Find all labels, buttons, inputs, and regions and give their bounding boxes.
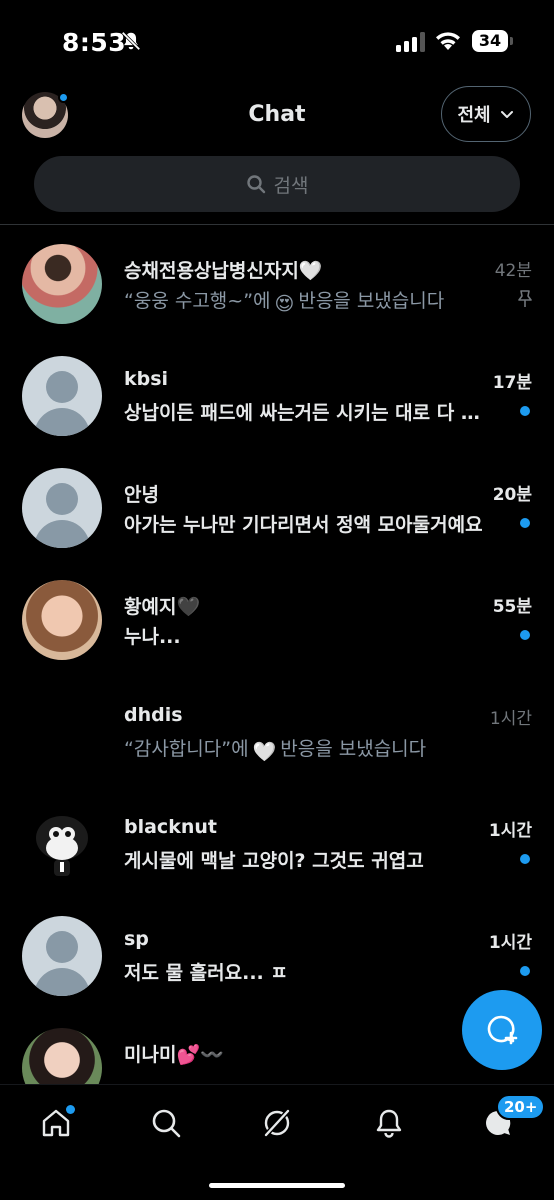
unread-dot bbox=[520, 966, 530, 976]
grok-icon bbox=[263, 1108, 291, 1138]
conversation-row[interactable]: 황예지🖤 55분 누나... bbox=[0, 562, 554, 674]
conversation-name: blacknut bbox=[124, 816, 217, 838]
unread-dot bbox=[520, 406, 530, 416]
conversation-time: 20분 bbox=[492, 485, 532, 505]
wifi-icon bbox=[436, 32, 460, 50]
conversation-name: 승채전용상납병신자지🤍 bbox=[124, 260, 323, 282]
white-heart-emoji: 🤍 bbox=[252, 741, 277, 763]
header-divider bbox=[0, 224, 554, 225]
conversation-time: 42분 bbox=[494, 261, 532, 281]
default-avatar bbox=[22, 916, 102, 996]
nav-search[interactable] bbox=[146, 1103, 186, 1143]
nav-notifications[interactable] bbox=[369, 1103, 409, 1143]
conversation-name: 미나미💕〰️ bbox=[124, 1044, 224, 1066]
nav-grok[interactable] bbox=[257, 1103, 297, 1143]
filter-dropdown-button[interactable]: 전체 bbox=[441, 86, 531, 142]
status-bar: 8:53 34 bbox=[0, 0, 554, 80]
cellular-signal-icon bbox=[396, 32, 425, 52]
search-placeholder: 검색 bbox=[273, 174, 309, 197]
conversation-time: 1시간 bbox=[488, 821, 532, 841]
conversation-preview: “감사합니다”에 🤍 반응을 보냈습니다 bbox=[124, 734, 494, 763]
unread-dot bbox=[520, 854, 530, 864]
status-time: 8:53 bbox=[62, 28, 127, 57]
conversation-name: kbsi bbox=[124, 368, 169, 390]
conversation-row[interactable]: 승채전용상납병신자지🤍 42분 “웅웅 수고행~”에 😍 반응을 보냈습니다 bbox=[0, 226, 554, 338]
new-chat-icon bbox=[487, 1015, 518, 1045]
conversation-preview: 누나... bbox=[124, 626, 181, 648]
nav-home[interactable] bbox=[36, 1103, 76, 1143]
heart-eyes-emoji: 😍 bbox=[274, 293, 295, 315]
messages-count-badge: 20+ bbox=[496, 1094, 546, 1120]
preview-text: 반응을 보냈습니다 bbox=[280, 738, 427, 760]
avatar bbox=[22, 1028, 102, 1084]
conversation-row[interactable]: blacknut 1시간 게시물에 맥날 고양이? 그것도 귀엽고 bbox=[0, 786, 554, 898]
search-input[interactable]: 검색 bbox=[34, 156, 520, 212]
filter-label: 전체 bbox=[457, 105, 491, 126]
conversation-time: 55분 bbox=[492, 597, 532, 617]
avatar bbox=[22, 804, 102, 884]
chat-header: Chat 전체 검색 bbox=[0, 80, 554, 220]
search-icon bbox=[246, 175, 265, 194]
conversation-time: 1시간 bbox=[489, 709, 532, 729]
default-avatar bbox=[22, 468, 102, 548]
preview-text: 반응을 보냈습니다 bbox=[298, 290, 445, 312]
conversation-preview: “웅웅 수고행~”에 😍 반응을 보냈습니다 bbox=[124, 286, 494, 315]
conversation-row[interactable]: kbsi 17분 상납이든 패드에 싸는거든 시키는 대로 다 할게요 bbox=[0, 338, 554, 450]
unread-dot bbox=[520, 518, 530, 528]
notifications-icon bbox=[376, 1109, 402, 1138]
conversation-name: dhdis bbox=[124, 704, 183, 726]
home-notification-dot bbox=[66, 1105, 75, 1114]
conversation-name: 황예지🖤 bbox=[124, 596, 201, 618]
new-message-button[interactable] bbox=[462, 990, 542, 1070]
conversation-preview: 아가는 누나만 기다리면서 정액 모아둘거예요 bbox=[124, 514, 483, 536]
conversation-time: 17분 bbox=[492, 373, 532, 393]
avatar bbox=[22, 244, 102, 324]
avatar bbox=[22, 580, 102, 660]
conversation-row[interactable]: dhdis 1시간 “감사합니다”에 🤍 반응을 보냈습니다 bbox=[0, 674, 554, 786]
preview-text: “감사합니다”에 bbox=[124, 738, 249, 760]
conversation-name: 안녕 bbox=[124, 484, 159, 506]
conversation-preview: 게시물에 맥날 고양이? 그것도 귀엽고 bbox=[124, 850, 424, 872]
battery-tip bbox=[510, 37, 513, 45]
conversation-preview: 상납이든 패드에 싸는거든 시키는 대로 다 할게요 bbox=[124, 402, 494, 424]
conversation-time: 1시간 bbox=[488, 933, 532, 953]
unread-dot bbox=[520, 630, 530, 640]
home-indicator bbox=[209, 1183, 345, 1188]
pin-icon bbox=[518, 290, 532, 307]
battery-level: 34 bbox=[478, 31, 502, 50]
bell-off-icon bbox=[121, 31, 141, 51]
default-avatar bbox=[22, 356, 102, 436]
preview-text: “웅웅 수고행~”에 bbox=[124, 290, 271, 312]
search-icon bbox=[152, 1109, 181, 1138]
conversation-preview: 저도 물 흘러요... ㅍ bbox=[124, 962, 288, 984]
character-avatar-icon bbox=[36, 816, 88, 876]
conversation-name: sp bbox=[124, 928, 149, 950]
conversation-row[interactable]: sp 1시간 저도 물 흘러요... ㅍ bbox=[0, 898, 554, 1010]
conversation-list: 승채전용상납병신자지🤍 42분 “웅웅 수고행~”에 😍 반응을 보냈습니다 kbs… bbox=[0, 226, 554, 1084]
conversation-row[interactable]: 안녕 20분 아가는 누나만 기다리면서 정액 모아둘거예요 bbox=[0, 450, 554, 562]
battery-indicator: 34 bbox=[472, 30, 508, 52]
chevron-down-icon bbox=[500, 111, 513, 118]
